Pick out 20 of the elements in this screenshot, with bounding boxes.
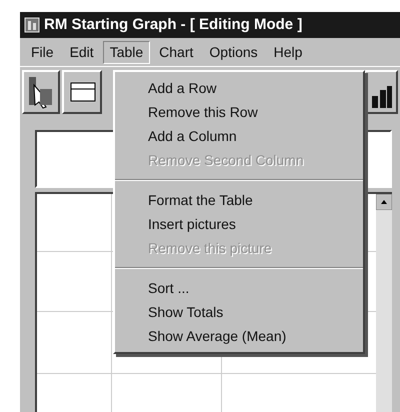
menu-item[interactable]: Sort ... <box>115 276 363 300</box>
window-title: RM Starting Graph - [ Editing Mode ] <box>44 14 302 35</box>
menu-item[interactable]: Add a Row <box>115 76 363 100</box>
menu-bar-item[interactable]: Chart <box>152 40 200 64</box>
menu-bar-item[interactable]: Edit <box>62 40 101 64</box>
scroll-up-icon[interactable] <box>376 194 392 210</box>
menu-item[interactable]: Show Totals <box>115 300 363 324</box>
menu-bar-item[interactable]: Help <box>266 40 310 64</box>
menu-item[interactable]: Format the Table <box>115 188 363 212</box>
menu-item[interactable]: Show Average (Mean) <box>115 324 363 348</box>
menu-bar-item[interactable]: Options <box>202 40 265 64</box>
menu-item[interactable]: Remove this Row <box>115 100 363 124</box>
menu-bar-item[interactable]: File <box>24 40 61 64</box>
menu-item[interactable]: Add a Column <box>115 124 363 148</box>
table-tool-button[interactable] <box>62 70 102 114</box>
pointer-tool-button[interactable] <box>22 70 60 114</box>
vertical-scrollbar[interactable] <box>376 194 392 412</box>
menu-bar-item[interactable]: Table <box>102 40 150 64</box>
app-icon <box>24 17 40 33</box>
menu-item[interactable]: Insert pictures <box>115 212 363 236</box>
